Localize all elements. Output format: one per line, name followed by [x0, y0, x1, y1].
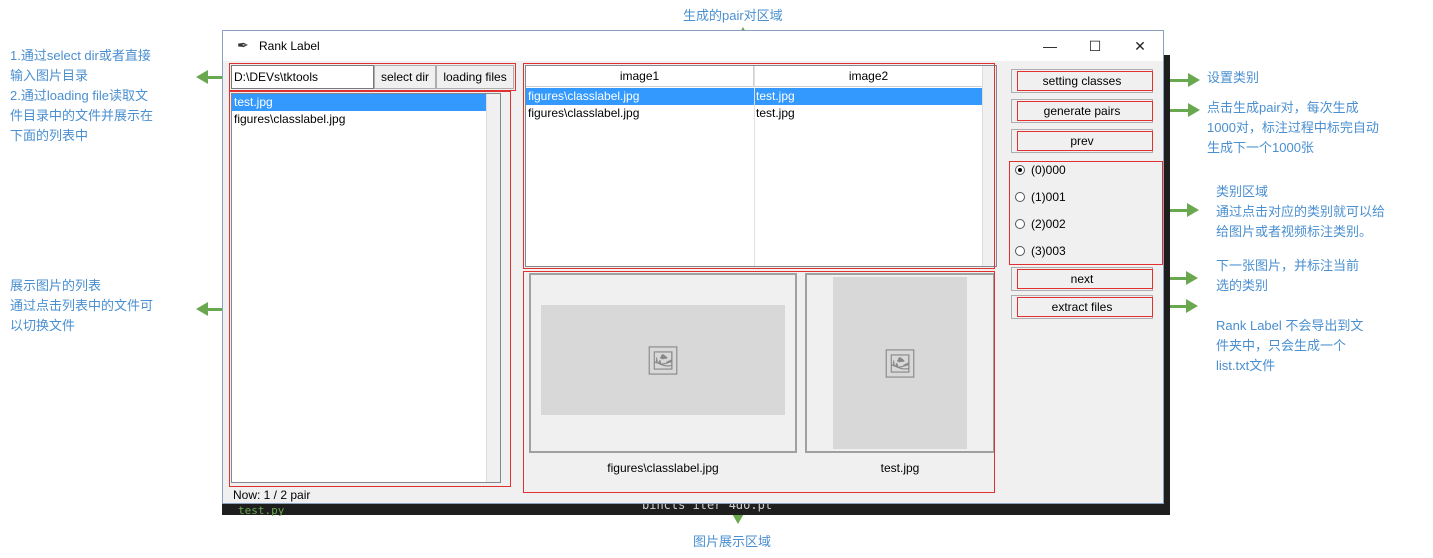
feather-icon: ✒	[237, 37, 249, 53]
window-title: Rank Label	[259, 39, 320, 53]
annotation-category: 类别区域 通过点击对应的类别就可以给 给图片或者视频标注类别。	[1216, 184, 1386, 239]
annotation-generate: 点击生成pair对，每次生成 1000对，标注过程中标完自动 生成下一个1000…	[1207, 100, 1379, 155]
annotation-next: 下一张图片，并标注当前 选的类别	[1216, 258, 1360, 293]
rank-label-window: ✒ Rank Label — ☐ ✕ D:\DEVs\tktools selec…	[222, 30, 1164, 504]
annotation-left-mid: 展示图片的列表 通过点击列表中的文件可 以切换文件	[10, 278, 154, 333]
annotation-top: 生成的pair对区域	[683, 8, 783, 23]
annotation-extract: Rank Label 不会导出到文 件夹中，只会生成一个 list.txt文件	[1216, 318, 1364, 373]
class-area-highlight	[1009, 161, 1163, 265]
close-button[interactable]: ✕	[1125, 35, 1155, 57]
preview-highlight	[523, 271, 995, 493]
status-text: Now: 1 / 2 pair	[233, 488, 311, 502]
annotation-left-top: 1.通过select dir或者直接 输入图片目录 2.通过loading fi…	[10, 48, 154, 143]
pair-table-highlight	[523, 63, 995, 269]
editor-filename: test.py	[238, 504, 285, 517]
file-list-highlight	[229, 91, 511, 487]
title-bar[interactable]: ✒ Rank Label — ☐ ✕	[223, 31, 1163, 61]
annotation-bottom: 图片展示区域	[693, 534, 772, 549]
maximize-button[interactable]: ☐	[1080, 35, 1110, 57]
dir-controls-highlight	[229, 63, 516, 91]
annotation-classes: 设置类别	[1207, 70, 1260, 85]
minimize-button[interactable]: —	[1035, 35, 1065, 57]
